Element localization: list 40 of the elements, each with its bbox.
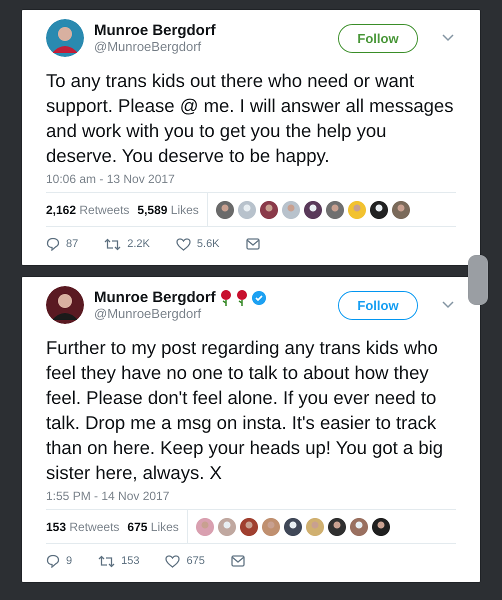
user-handle[interactable]: @MunroeBergdorf bbox=[94, 306, 328, 321]
avatar-icon[interactable] bbox=[372, 518, 390, 536]
avatar-icon[interactable] bbox=[370, 200, 388, 218]
heart-icon[interactable] bbox=[176, 238, 191, 250]
like-total: 5.6K bbox=[196, 238, 220, 250]
avatar-icon[interactable] bbox=[260, 200, 278, 218]
message-icon[interactable] bbox=[246, 238, 260, 250]
retweet-total: 153 bbox=[121, 555, 140, 567]
caret-icon[interactable] bbox=[442, 34, 454, 42]
reply-count: 9 bbox=[66, 555, 72, 567]
avatar-icon[interactable] bbox=[46, 286, 84, 324]
heart-icon[interactable] bbox=[165, 554, 180, 568]
rose-icon bbox=[236, 290, 248, 306]
retweet-icon[interactable] bbox=[104, 238, 122, 250]
avatar-icon[interactable] bbox=[304, 200, 322, 218]
avatar-icon[interactable] bbox=[328, 518, 346, 536]
user-handle[interactable]: @MunroeBergdorf bbox=[94, 39, 328, 54]
like-total: 675 bbox=[186, 555, 205, 567]
caret-icon[interactable] bbox=[442, 301, 454, 309]
reply-icon[interactable] bbox=[46, 554, 60, 568]
avatar-icon[interactable] bbox=[46, 19, 84, 57]
user-name[interactable]: Munroe Bergdorf bbox=[94, 22, 216, 39]
retweet-total: 2.2K bbox=[127, 238, 150, 250]
tweet-time[interactable]: 1:55 PM - 14 Nov 2017 bbox=[46, 489, 456, 503]
retweet-count[interactable]: 2,162 Retweets bbox=[46, 202, 130, 216]
avatar-icon[interactable] bbox=[284, 518, 302, 536]
rose-icon bbox=[220, 290, 232, 306]
user-name[interactable]: Munroe Bergdorf bbox=[94, 289, 216, 306]
avatar-icon[interactable] bbox=[240, 518, 258, 536]
tweet-text: Further to my post regarding any trans kids who feel they have no one to talk to about how they feel. Please don't feel alone. If you ever need to talk. Drop me a msg on insta. It's easier to track than on here. Keep your heads up! You got a big sister here, always. X bbox=[46, 336, 444, 485]
retweet-icon[interactable] bbox=[98, 554, 116, 568]
like-count[interactable]: 5,589 Likes bbox=[137, 202, 199, 216]
like-count[interactable]: 675 Likes bbox=[127, 520, 179, 534]
retweet-count[interactable]: 153 Retweets bbox=[46, 520, 120, 534]
tweet-time[interactable]: 10:06 am - 13 Nov 2017 bbox=[46, 172, 456, 186]
scroll-handle[interactable] bbox=[468, 255, 488, 305]
reply-icon[interactable] bbox=[46, 237, 60, 251]
reply-count: 87 bbox=[66, 238, 78, 250]
tweet-text: To any trans kids out there who need or want support. Please @ me. I will answer all messages and work with you to get you the help you deserve. You deserve to be happy. bbox=[46, 69, 454, 168]
message-icon[interactable] bbox=[230, 555, 245, 567]
